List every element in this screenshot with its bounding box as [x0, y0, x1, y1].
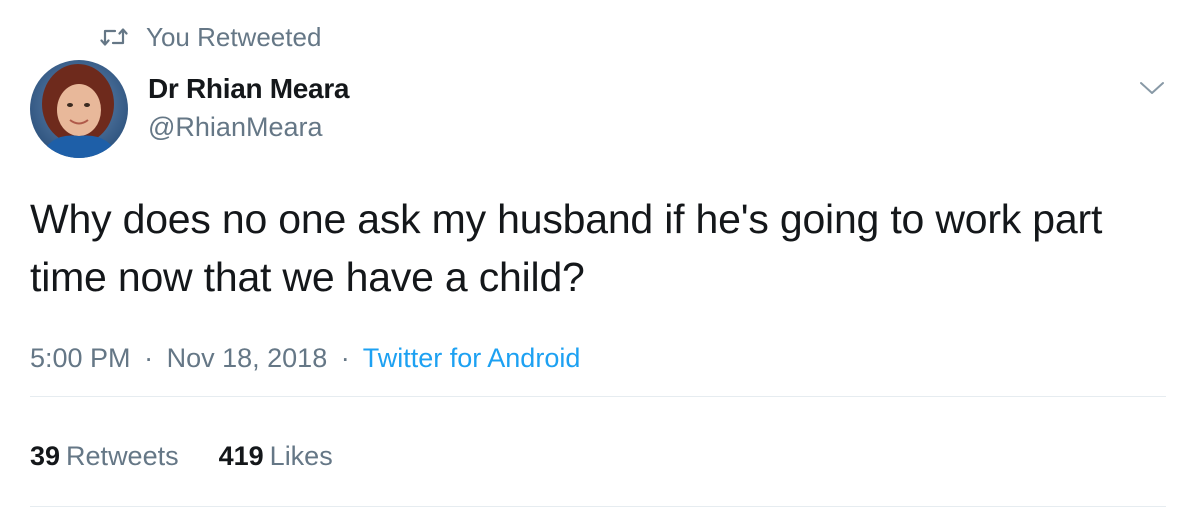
retweets-count: 39	[30, 441, 61, 471]
tweet-card: You Retweeted Dr Rhian Meara @RhianMeara	[0, 0, 1200, 512]
retweets-stat[interactable]: 39 Retweets	[30, 436, 179, 476]
avatar[interactable]	[30, 60, 128, 158]
author-display-name[interactable]: Dr Rhian Meara	[148, 70, 350, 108]
meta-separator: ·	[340, 343, 350, 373]
retweets-label: Retweets	[66, 441, 179, 471]
author-info[interactable]: Dr Rhian Meara @RhianMeara	[148, 70, 350, 146]
tweet-date[interactable]: Nov 18, 2018	[167, 343, 328, 373]
retweet-icon	[100, 26, 128, 48]
tweet-source-link[interactable]: Twitter for Android	[363, 343, 581, 373]
tweet-stats: 39 Retweets 419 Likes	[30, 436, 373, 476]
likes-label: Likes	[269, 441, 333, 471]
tweet-text: Why does no one ask my husband if he's g…	[30, 196, 1103, 300]
divider	[30, 396, 1166, 397]
author-handle[interactable]: @RhianMeara	[148, 108, 349, 146]
tweet-time[interactable]: 5:00 PM	[30, 343, 131, 373]
retweet-context-label: You Retweeted	[146, 21, 322, 52]
divider	[30, 506, 1166, 507]
meta-separator: ·	[144, 343, 154, 373]
tweet-meta: 5:00 PM · Nov 18, 2018 · Twitter for And…	[30, 338, 580, 378]
likes-count: 419	[218, 441, 264, 471]
chevron-down-icon[interactable]	[1138, 76, 1166, 100]
likes-stat[interactable]: 419 Likes	[219, 436, 333, 476]
retweet-context: You Retweeted	[100, 20, 321, 54]
